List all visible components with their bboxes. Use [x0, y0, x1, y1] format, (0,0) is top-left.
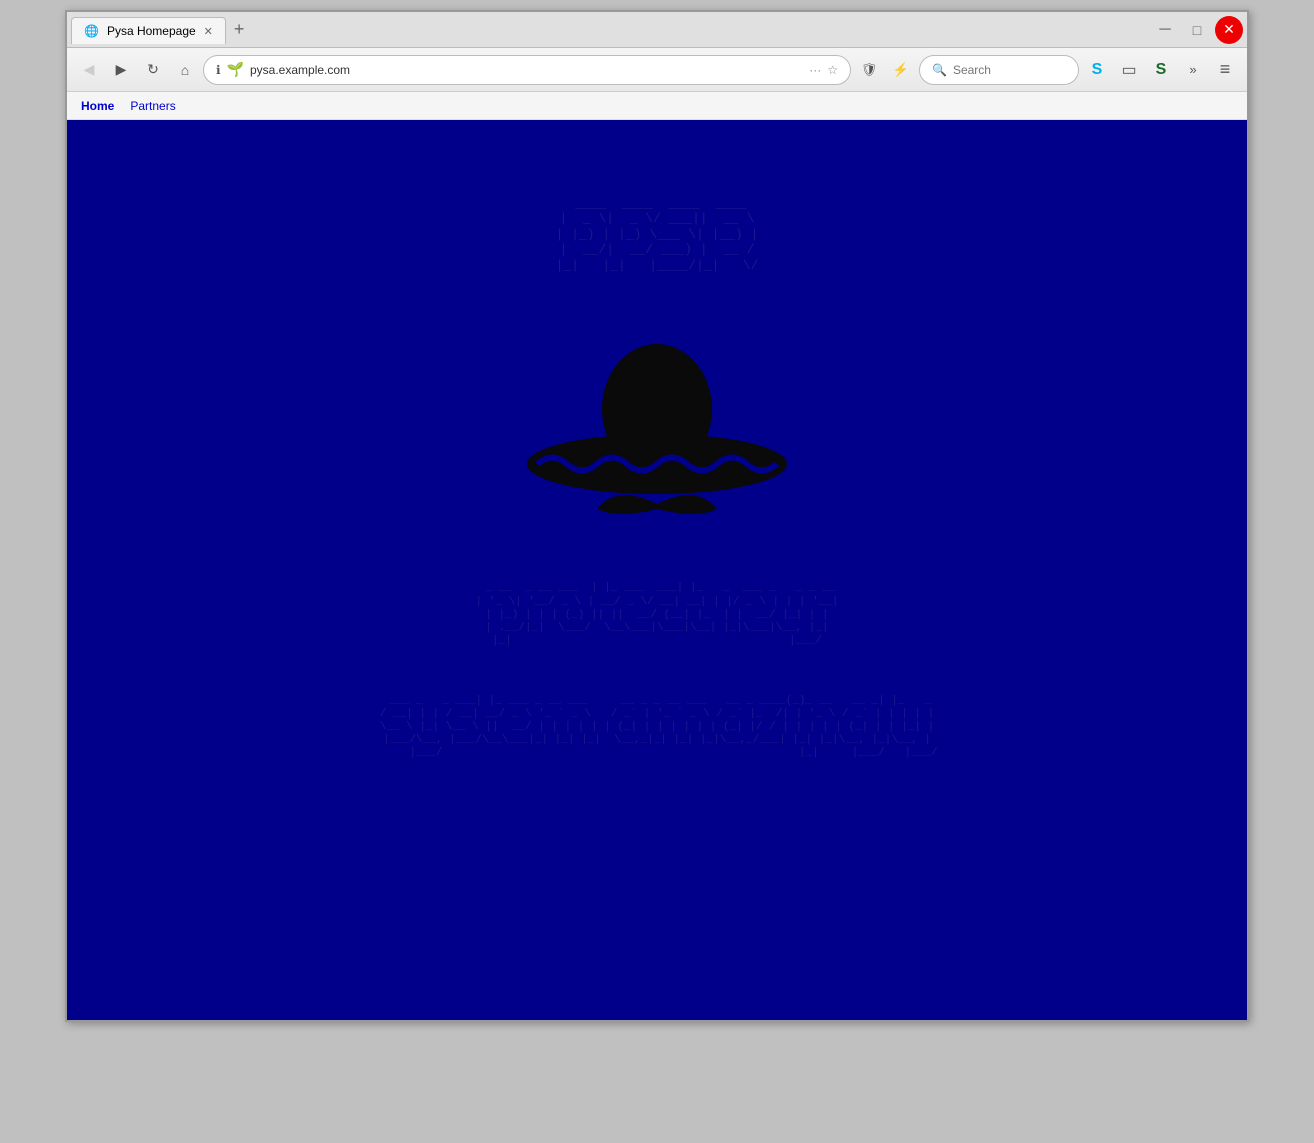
forward-icon: ▶ [116, 61, 127, 78]
page-content: ____ ____ ____ ____ | _ \| _ \/ ___|| __… [67, 120, 1247, 1020]
overflow-icon: » [1189, 62, 1196, 77]
skype-button[interactable]: S [1083, 56, 1111, 84]
bookmark-home[interactable]: Home [75, 97, 120, 115]
sidebar-toggle-button[interactable]: ▭ [1115, 56, 1143, 84]
new-tab-button[interactable]: + [228, 19, 251, 40]
simplenote-icon: S [1156, 61, 1167, 79]
skype-icon: S [1092, 61, 1103, 79]
tab-bar: 🌐 Pysa Homepage ✕ + ─ □ ✕ [67, 12, 1247, 48]
url-info-icon: ℹ [216, 63, 221, 77]
sombrero-container [517, 309, 797, 529]
overflow-button[interactable]: » [1179, 56, 1207, 84]
tab-favicon: 🌐 [84, 24, 99, 38]
bolt-icon: ⚡ [893, 62, 909, 78]
bookmark-partners[interactable]: Partners [124, 97, 181, 115]
back-icon: ◀ [84, 61, 95, 78]
bookmarks-bar: Home Partners [67, 92, 1247, 120]
sombrero-svg [517, 309, 797, 529]
simplenote-button[interactable]: S [1147, 56, 1175, 84]
url-input[interactable] [250, 63, 803, 77]
back-button[interactable]: ◀ [75, 56, 103, 84]
search-icon: 🔍 [932, 63, 947, 77]
minimize-button[interactable]: ─ [1151, 16, 1179, 44]
url-favicon: 🌱 [227, 61, 244, 78]
bolt-icon-button[interactable]: ⚡ [887, 56, 915, 84]
ascii-protectyour: _ __ _ __ ___ | |_ ___ ___| |_ _ ___ _ _… [475, 569, 838, 661]
maximize-button[interactable]: □ [1183, 16, 1211, 44]
shield-icon: 🛡 [861, 62, 878, 78]
close-button[interactable]: ✕ [1215, 16, 1243, 44]
tab-close-button[interactable]: ✕ [204, 25, 213, 38]
reload-button[interactable]: ↻ [139, 56, 167, 84]
pysa-ascii-logo: ____ ____ ____ ____ | _ \| _ \/ ___|| __… [556, 180, 759, 289]
shield-icon-button[interactable]: 🛡 [855, 56, 883, 84]
url-more-icon[interactable]: ··· [809, 63, 821, 77]
home-icon: ⌂ [181, 62, 189, 78]
sidebar-icon: ▭ [1121, 60, 1136, 80]
nav-bar: ◀ ▶ ↻ ⌂ ℹ 🌱 ··· ☆ 🛡 ⚡ [67, 48, 1247, 92]
search-box[interactable]: 🔍 [919, 55, 1079, 85]
window-controls: ─ □ ✕ [1151, 16, 1243, 44]
home-button[interactable]: ⌂ [171, 56, 199, 84]
forward-button[interactable]: ▶ [107, 56, 135, 84]
reload-icon: ↻ [147, 61, 159, 78]
menu-icon: ≡ [1220, 59, 1231, 80]
active-tab[interactable]: 🌐 Pysa Homepage ✕ [71, 17, 226, 44]
nav-icons: 🛡 ⚡ [855, 56, 915, 84]
menu-button[interactable]: ≡ [1211, 56, 1239, 84]
url-bar[interactable]: ℹ 🌱 ··· ☆ [203, 55, 851, 85]
ascii-system-amazingly: ___ _ _ ___| |_ ___ _ __ ___ __ _ _ __ _… [376, 681, 937, 773]
bookmark-star-icon[interactable]: ☆ [827, 63, 838, 77]
tab-title: Pysa Homepage [107, 24, 196, 38]
browser-window: 🌐 Pysa Homepage ✕ + ─ □ ✕ ◀ ▶ ↻ ⌂ ℹ 🌱 [65, 10, 1249, 1022]
